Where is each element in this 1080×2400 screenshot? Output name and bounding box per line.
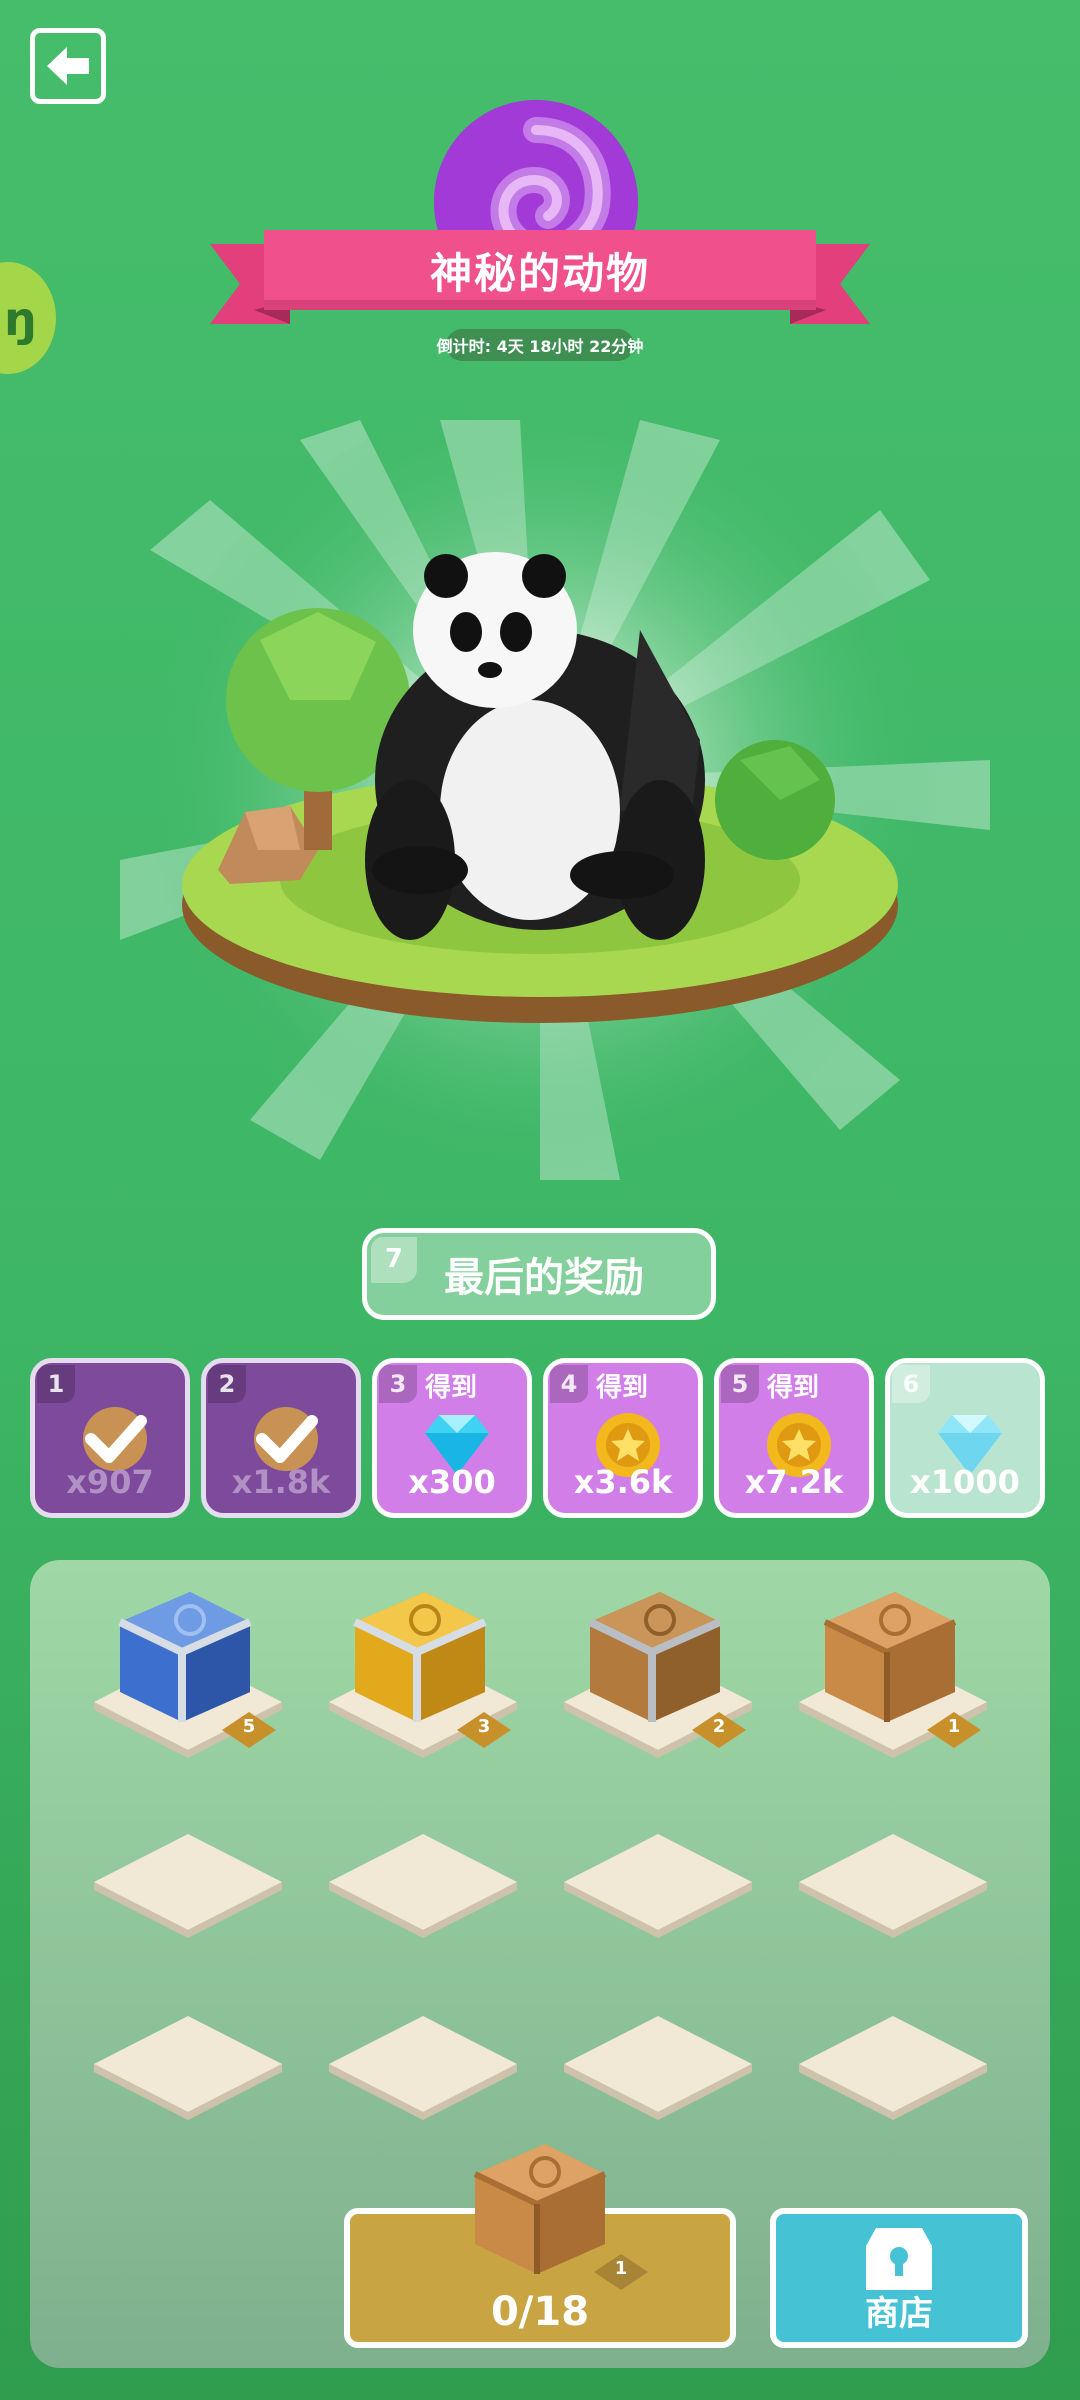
chest-count-badge: 1: [925, 1710, 983, 1750]
reward-card-4[interactable]: 4 得到 x3.6k: [543, 1358, 703, 1518]
reward-amount: x1000: [910, 1463, 1020, 1501]
empty-chest-slot[interactable]: [560, 1830, 756, 1942]
side-tab-glyph: ŋ: [4, 292, 37, 346]
empty-chest-slot[interactable]: [90, 1830, 286, 1942]
final-reward-button[interactable]: 7 最后的奖励: [362, 1228, 716, 1320]
shop-lock-icon: [866, 2228, 932, 2290]
claim-label: 得到: [767, 1373, 820, 1403]
empty-chest-slot[interactable]: [325, 2012, 521, 2124]
reward-amount: x907: [66, 1463, 154, 1501]
reward-index: 1: [37, 1365, 75, 1403]
final-reward-label: 最后的奖励: [444, 1255, 644, 1301]
claim-label: 得到: [596, 1373, 649, 1403]
reward-amount: x300: [408, 1463, 496, 1501]
empty-chest-slot[interactable]: [325, 1830, 521, 1942]
reward-index: 6: [892, 1365, 930, 1403]
chest-count: 3: [477, 1716, 491, 1737]
empty-chest-slot[interactable]: [795, 1830, 991, 1942]
reward-card-2[interactable]: 2 x1.8k: [201, 1358, 361, 1518]
countdown-timer: 倒计时: 4天 18小时 22分钟: [437, 329, 643, 361]
back-button[interactable]: [30, 28, 106, 104]
reward-index: 2: [208, 1365, 246, 1403]
reward-index: 5: [721, 1365, 759, 1403]
chest-count: 5: [242, 1716, 256, 1737]
chest-count-badge: 3: [455, 1710, 513, 1750]
reward-index: 3: [379, 1365, 417, 1403]
empty-chest-slot[interactable]: [90, 2012, 286, 2124]
reward-amount: x7.2k: [744, 1463, 844, 1501]
chest-count: 1: [614, 2258, 628, 2279]
chest-count: 1: [947, 1716, 961, 1737]
reward-index: 4: [550, 1365, 588, 1403]
empty-chest-slot[interactable]: [560, 2012, 756, 2124]
chest-count-badge: 2: [690, 1710, 748, 1750]
reward-amount: x1.8k: [231, 1463, 331, 1501]
chest-progress-count: 0/18: [490, 2289, 590, 2335]
reward-amount: x3.6k: [573, 1463, 673, 1501]
empty-chest-slot[interactable]: [795, 2012, 991, 2124]
panda-scene: [120, 400, 990, 1200]
side-tab-button[interactable]: ŋ: [0, 262, 56, 374]
chest-count: 2: [712, 1716, 726, 1737]
reward-card-6[interactable]: 6 x1000: [885, 1358, 1045, 1518]
arrow-left-icon: [47, 47, 89, 85]
chest-count-badge: 5: [220, 1710, 278, 1750]
reward-card-3[interactable]: 3 得到 x300: [372, 1358, 532, 1518]
claim-label: 得到: [425, 1373, 478, 1403]
shop-label: 商店: [865, 2294, 933, 2334]
reward-card-1[interactable]: 1 x907: [30, 1358, 190, 1518]
page-title: 神秘的动物: [429, 248, 650, 298]
reward-card-5[interactable]: 5 得到 x7.2k: [714, 1358, 874, 1518]
